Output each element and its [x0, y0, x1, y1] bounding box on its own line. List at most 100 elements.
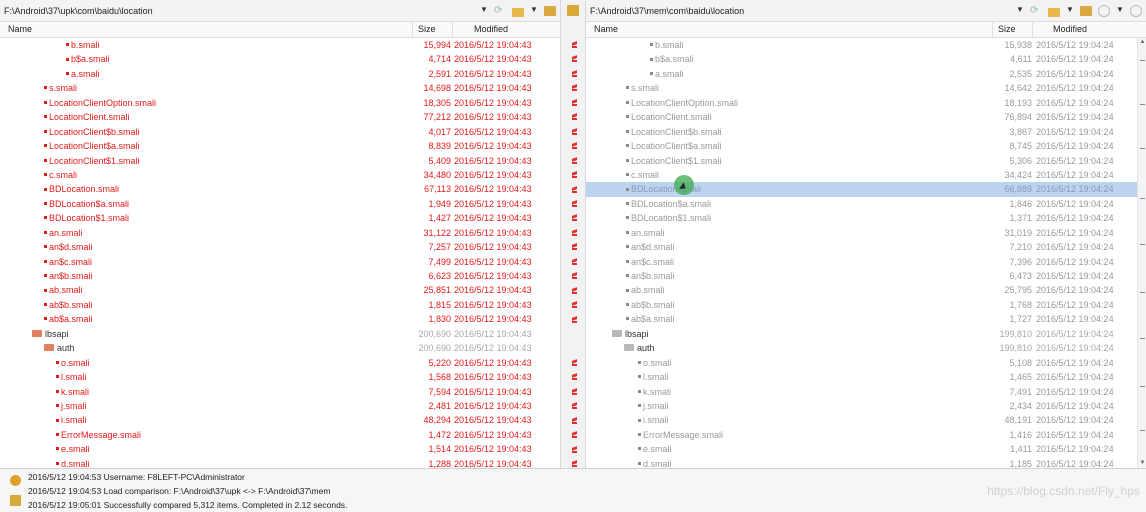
dropdown-arrow-icon[interactable]: ▼: [1016, 5, 1024, 17]
right-path-input[interactable]: F:\Android\37\mem\com\baidu\location: [590, 4, 744, 18]
file-row[interactable]: e.smali 1,514 2016/5/12 19:04:43: [0, 442, 560, 456]
file-row[interactable]: an$d.smali 7,210 2016/5/12 19:04:24: [586, 240, 1146, 254]
file-row[interactable]: BDLocation$1.smali 1,427 2016/5/12 19:04:4…: [0, 211, 560, 225]
file-row[interactable]: ab$b.smali 1,815 2016/5/12 19:04:43: [0, 298, 560, 312]
file-row[interactable]: o.smali 5,108 2016/5/12 19:04:24: [586, 356, 1146, 370]
left-file-list: b.smali 15,994 2016/5/12 19:04:43 b$a.smali…: [0, 38, 560, 468]
file-row[interactable]: o.smali 5,220 2016/5/12 19:04:43: [0, 356, 560, 370]
file-row[interactable]: BDLocation.smali 67,113 2016/5/12 19:04:43: [0, 182, 560, 196]
item-modified: 2016/5/12 19:04:24: [1036, 429, 1114, 440]
item-name: BDLocation$1.smali: [626, 211, 711, 225]
folder-open-icon[interactable]: [1048, 7, 1060, 17]
folder-open-icon[interactable]: [512, 7, 524, 17]
file-row[interactable]: b.smali 15,938 2016/5/12 19:04:24: [586, 38, 1146, 52]
file-row[interactable]: i.smali 48,191 2016/5/12 19:04:24: [586, 413, 1146, 427]
file-row[interactable]: an$b.smali 6,473 2016/5/12 19:04:24: [586, 269, 1146, 283]
diff-marker-icon: [571, 214, 579, 222]
file-row[interactable]: j.smali 2,481 2016/5/12 19:04:43: [0, 399, 560, 413]
file-row[interactable]: ab.smali 25,851 2016/5/12 19:04:43: [0, 283, 560, 297]
file-row[interactable]: ErrorMessage.smali 1,472 2016/5/12 19:04:4…: [0, 428, 560, 442]
file-row[interactable]: s.smali 14,642 2016/5/12 19:04:24: [586, 81, 1146, 95]
file-row[interactable]: i.smali 48,294 2016/5/12 19:04:43: [0, 413, 560, 427]
file-row[interactable]: k.smali 7,594 2016/5/12 19:04:43: [0, 385, 560, 399]
folder-row[interactable]: lbsapi 200,690 2016/5/12 19:04:43: [0, 327, 560, 341]
file-row[interactable]: k.smali 7,491 2016/5/12 19:04:24: [586, 385, 1146, 399]
file-row[interactable]: LocationClient$a.smali 8,839 2016/5/12 19:…: [0, 139, 560, 153]
item-name-text: lbsapi: [45, 328, 69, 339]
file-row[interactable]: LocationClientOption.smali 18,305 2016/5/1…: [0, 96, 560, 110]
refresh-icon[interactable]: ⟳: [494, 5, 506, 17]
item-name-text: c.smali: [631, 169, 660, 180]
file-row[interactable]: ab$a.smali 1,830 2016/5/12 19:04:43: [0, 312, 560, 326]
file-row[interactable]: ErrorMessage.smali 1,416 2016/5/12 19:04:2…: [586, 428, 1146, 442]
left-folder-pane[interactable]: F:\Android\37\upk\com\baidu\location ▼ ⟳…: [0, 0, 560, 468]
file-row[interactable]: c.smali 34,424 2016/5/12 19:04:24: [586, 168, 1146, 182]
item-modified: 2016/5/12 19:04:43: [454, 227, 532, 238]
file-row[interactable]: ab$b.smali 1,768 2016/5/12 19:04:24: [586, 298, 1146, 312]
file-row[interactable]: l.smali 1,568 2016/5/12 19:04:43: [0, 370, 560, 384]
file-row[interactable]: BDLocation$a.smali 1,949 2016/5/12 19:04:4…: [0, 197, 560, 211]
file-row[interactable]: BDLocation$a.smali 1,846 2016/5/12 19:04:2…: [586, 197, 1146, 211]
folder-row[interactable]: lbsapi 199,810 2016/5/12 19:04:24: [586, 327, 1146, 341]
file-row[interactable]: l.smali 1,465 2016/5/12 19:04:24: [586, 370, 1146, 384]
diff-marker-icon: [571, 229, 579, 237]
file-row[interactable]: ab.smali 25,795 2016/5/12 19:04:24: [586, 283, 1146, 297]
file-row[interactable]: b.smali 15,994 2016/5/12 19:04:43: [0, 38, 560, 52]
dropdown-arrow-icon[interactable]: ▼: [1066, 5, 1074, 17]
file-row[interactable]: an$c.smali 7,499 2016/5/12 19:04:43: [0, 255, 560, 269]
refresh-icon[interactable]: ⟳: [1030, 5, 1042, 17]
size-column-header[interactable]: Size: [998, 24, 1016, 34]
file-row[interactable]: LocationClient$1.smali 5,306 2016/5/12 19:…: [586, 154, 1146, 168]
file-row[interactable]: d.smali 1,185 2016/5/12 19:04:24: [586, 457, 1146, 468]
file-row[interactable]: e.smali 1,411 2016/5/12 19:04:24: [586, 442, 1146, 456]
dropdown-arrow-icon[interactable]: ▼: [480, 5, 488, 17]
item-name: lbsapi: [32, 327, 69, 341]
modified-column-header[interactable]: Modified: [474, 24, 508, 34]
file-row[interactable]: LocationClient$b.smali 3,867 2016/5/12 19:…: [586, 125, 1146, 139]
file-icon: [638, 389, 641, 393]
file-row[interactable]: a.smali 2,591 2016/5/12 19:04:43: [0, 67, 560, 81]
file-row[interactable]: c.smali 34,480 2016/5/12 19:04:43: [0, 168, 560, 182]
item-size: 2,535: [1009, 68, 1032, 79]
up-folder-icon[interactable]: [544, 6, 556, 16]
file-row[interactable]: a.smali 2,535 2016/5/12 19:04:24: [586, 67, 1146, 81]
folder-row[interactable]: auth 200,690 2016/5/12 19:04:43: [0, 341, 560, 355]
next-diff-icon[interactable]: [1098, 5, 1110, 17]
dropdown-arrow-icon[interactable]: ▼: [1116, 5, 1124, 17]
file-row[interactable]: an.smali 31,122 2016/5/12 19:04:43: [0, 226, 560, 240]
file-row[interactable]: d.smali 1,288 2016/5/12 19:04:43: [0, 457, 560, 468]
file-row[interactable]: b$a.smali 4,611 2016/5/12 19:04:24: [586, 52, 1146, 66]
file-row[interactable]: BDLocation$1.smali 1,371 2016/5/12 19:04:2…: [586, 211, 1146, 225]
folder-row[interactable]: auth 199,810 2016/5/12 19:04:24: [586, 341, 1146, 355]
file-row[interactable]: ab$a.smali 1,727 2016/5/12 19:04:24: [586, 312, 1146, 326]
file-row[interactable]: LocationClient.smali 76,894 2016/5/12 19:0…: [586, 110, 1146, 124]
file-row[interactable]: b$a.smali 4,714 2016/5/12 19:04:43: [0, 52, 560, 66]
file-row[interactable]: LocationClientOption.smali 18,193 2016/5/1…: [586, 96, 1146, 110]
file-row[interactable]: an.smali 31,019 2016/5/12 19:04:24: [586, 226, 1146, 240]
right-folder-pane[interactable]: F:\Android\37\mem\com\baidu\location ▼ ⟳…: [586, 0, 1146, 468]
scroll-up-arrow-icon[interactable]: ▲: [1139, 39, 1146, 46]
file-row[interactable]: BDLocation.smali 66,889 2016/5/12 19:04:24: [586, 182, 1146, 197]
dropdown-arrow-icon[interactable]: ▼: [530, 5, 538, 17]
swap-folders-icon[interactable]: [567, 5, 579, 16]
name-column-header[interactable]: Name: [594, 24, 618, 34]
modified-column-header[interactable]: Modified: [1053, 24, 1087, 34]
scroll-down-arrow-icon[interactable]: ▼: [1139, 460, 1146, 467]
prev-diff-icon[interactable]: [1130, 5, 1142, 17]
file-row[interactable]: s.smali 14,698 2016/5/12 19:04:43: [0, 81, 560, 95]
file-row[interactable]: LocationClient.smali 77,212 2016/5/12 19:0…: [0, 110, 560, 124]
file-row[interactable]: an$b.smali 6,623 2016/5/12 19:04:43: [0, 269, 560, 283]
file-row[interactable]: an$c.smali 7,396 2016/5/12 19:04:24: [586, 255, 1146, 269]
file-row[interactable]: an$d.smali 7,257 2016/5/12 19:04:43: [0, 240, 560, 254]
file-row[interactable]: LocationClient$a.smali 8,745 2016/5/12 19:…: [586, 139, 1146, 153]
file-row[interactable]: LocationClient$b.smali 4,017 2016/5/12 19:…: [0, 125, 560, 139]
file-row[interactable]: LocationClient$1.smali 5,409 2016/5/12 19:…: [0, 154, 560, 168]
size-column-header[interactable]: Size: [418, 24, 436, 34]
file-row[interactable]: j.smali 2,434 2016/5/12 19:04:24: [586, 399, 1146, 413]
left-path-input[interactable]: F:\Android\37\upk\com\baidu\location: [4, 4, 153, 18]
name-column-header[interactable]: Name: [8, 24, 32, 34]
diff-marker-icon: [571, 142, 579, 150]
save-log-icon[interactable]: [10, 495, 21, 506]
right-scrollbar[interactable]: ▲ ▼: [1137, 38, 1146, 468]
up-folder-icon[interactable]: [1080, 6, 1092, 16]
